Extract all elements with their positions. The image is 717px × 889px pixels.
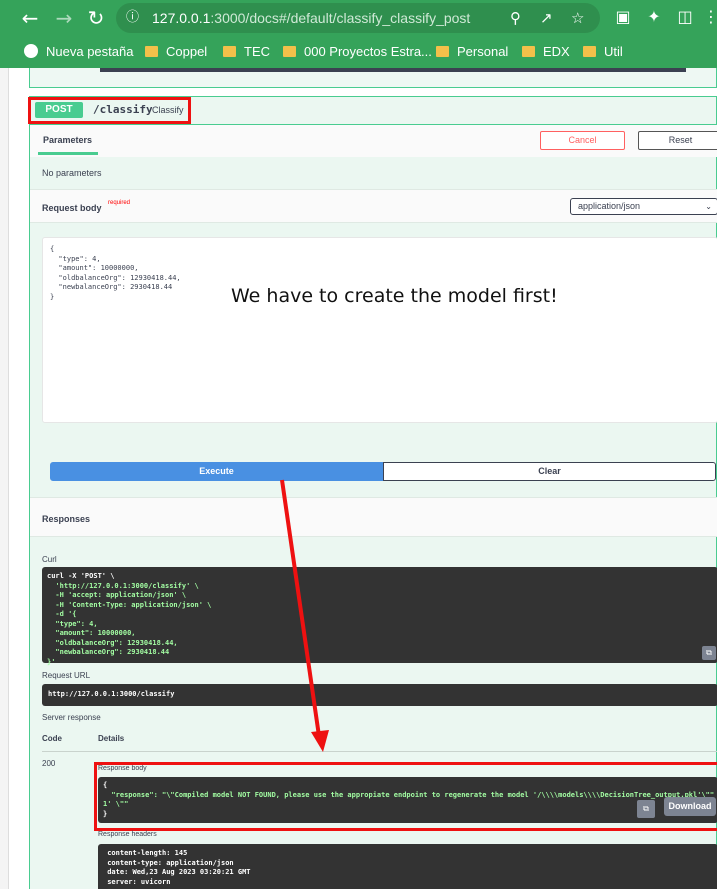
more-menu-icon[interactable]: ⋮ <box>700 6 717 28</box>
bookmarks-bar: Nueva pestaña Coppel TEC 000 Proyectos E… <box>0 36 717 68</box>
globe-icon <box>24 44 38 58</box>
folder-icon <box>436 46 449 57</box>
folder-icon <box>522 46 535 57</box>
bookmark-edx[interactable]: EDX <box>522 36 570 68</box>
folder-icon <box>145 46 158 57</box>
annotation-arrow <box>280 479 329 752</box>
bookmark-coppel[interactable]: Coppel <box>145 36 207 68</box>
browser-toolbar: ← → ↻ ⓘ 127.0.0.1:3000/docs#/default/cla… <box>0 0 717 36</box>
back-arrow-icon[interactable]: ← <box>18 6 42 30</box>
reload-icon[interactable]: ↻ <box>84 6 108 30</box>
extensions-puzzle-icon[interactable]: ✦ <box>643 6 665 28</box>
background-window-edge <box>0 68 9 889</box>
bookmark-proyectos[interactable]: 000 Proyectos Estra... <box>283 36 432 68</box>
extension-app-icon[interactable]: ▣ <box>612 6 634 28</box>
bookmark-util[interactable]: Util <box>583 36 623 68</box>
folder-icon <box>223 46 236 57</box>
share-icon[interactable]: ↗ <box>540 3 553 33</box>
folder-icon <box>283 46 296 57</box>
bookmark-nueva-pestana[interactable]: Nueva pestaña <box>24 36 133 68</box>
folder-icon <box>583 46 596 57</box>
swagger-page: POST /classify Classify Parameters Cance… <box>9 68 717 889</box>
bookmark-personal[interactable]: Personal <box>436 36 508 68</box>
site-info-icon[interactable]: ⓘ <box>126 3 139 33</box>
side-panel-icon[interactable]: ◫ <box>674 6 696 28</box>
bookmark-star-icon[interactable]: ☆ <box>571 3 584 33</box>
bookmark-tec[interactable]: TEC <box>223 36 270 68</box>
forward-arrow-icon[interactable]: → <box>52 6 76 30</box>
url-host: 127.0.0.1 <box>152 10 211 26</box>
address-bar[interactable]: ⓘ 127.0.0.1:3000/docs#/default/classify_… <box>116 3 600 33</box>
url-path: :3000/docs#/default/classify_classify_po… <box>210 10 471 26</box>
zoom-icon[interactable]: ⚲ <box>510 3 521 33</box>
